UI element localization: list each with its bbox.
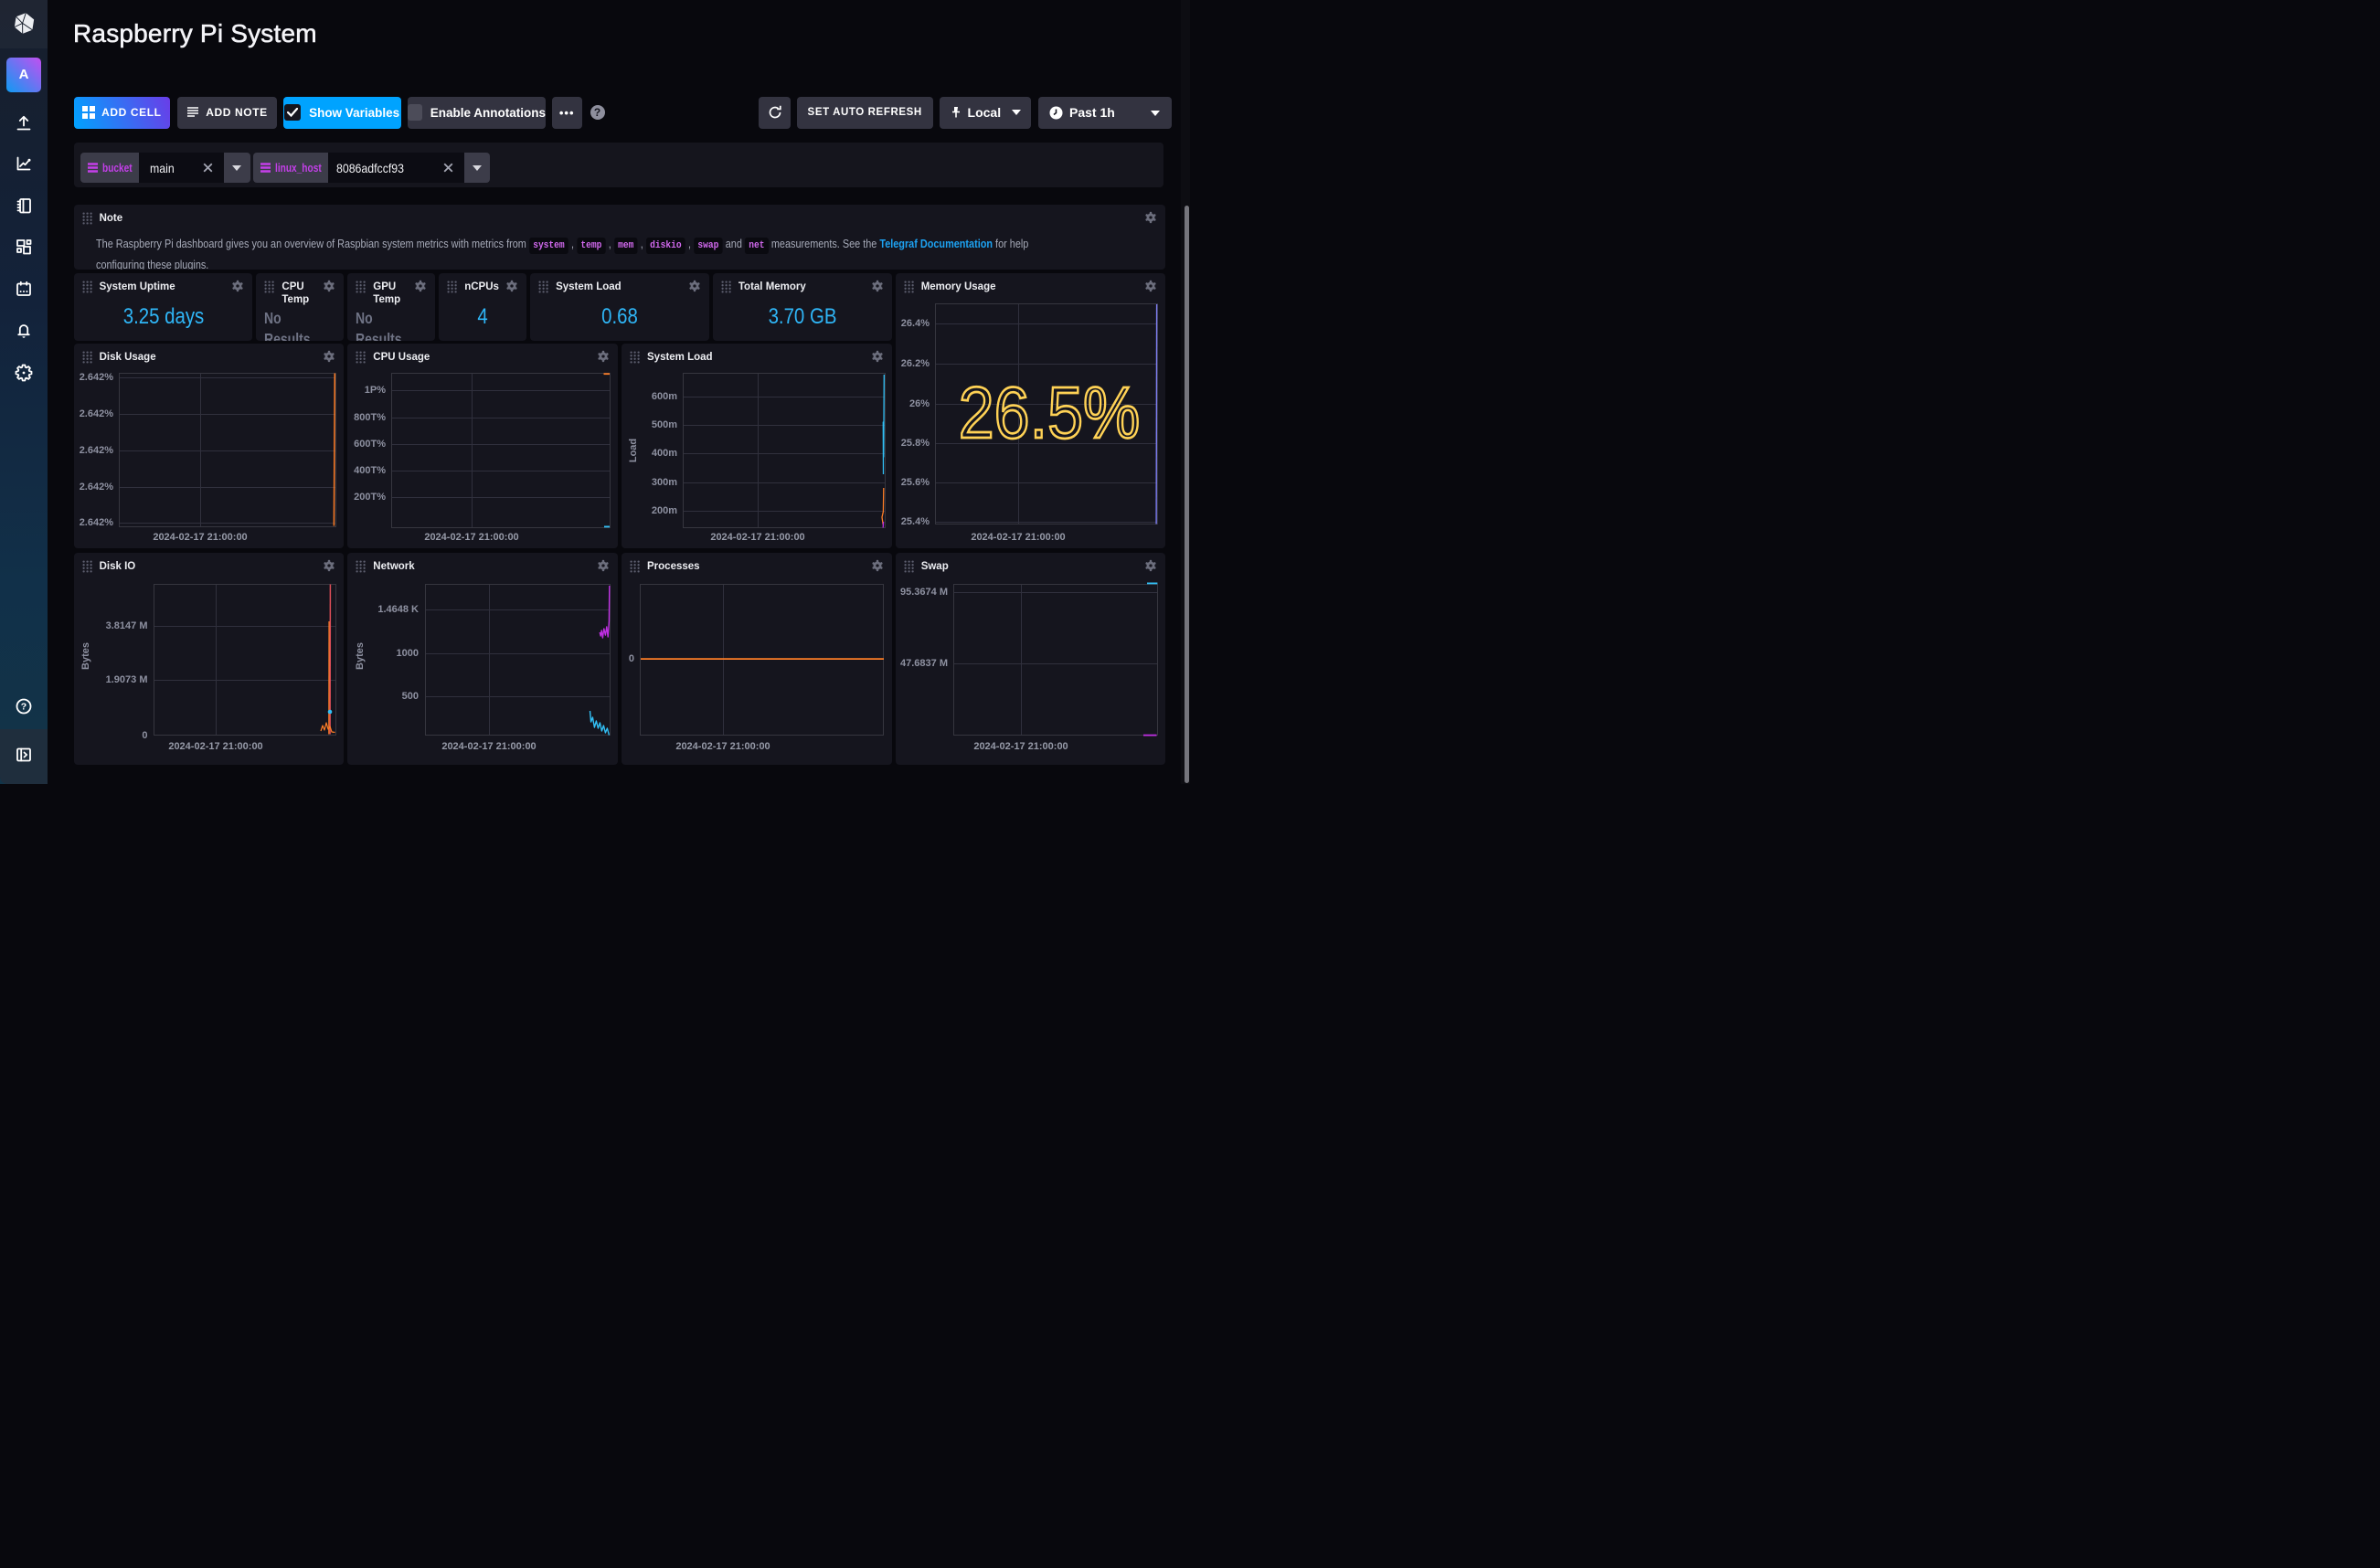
svg-text:?: ? — [21, 701, 27, 712]
